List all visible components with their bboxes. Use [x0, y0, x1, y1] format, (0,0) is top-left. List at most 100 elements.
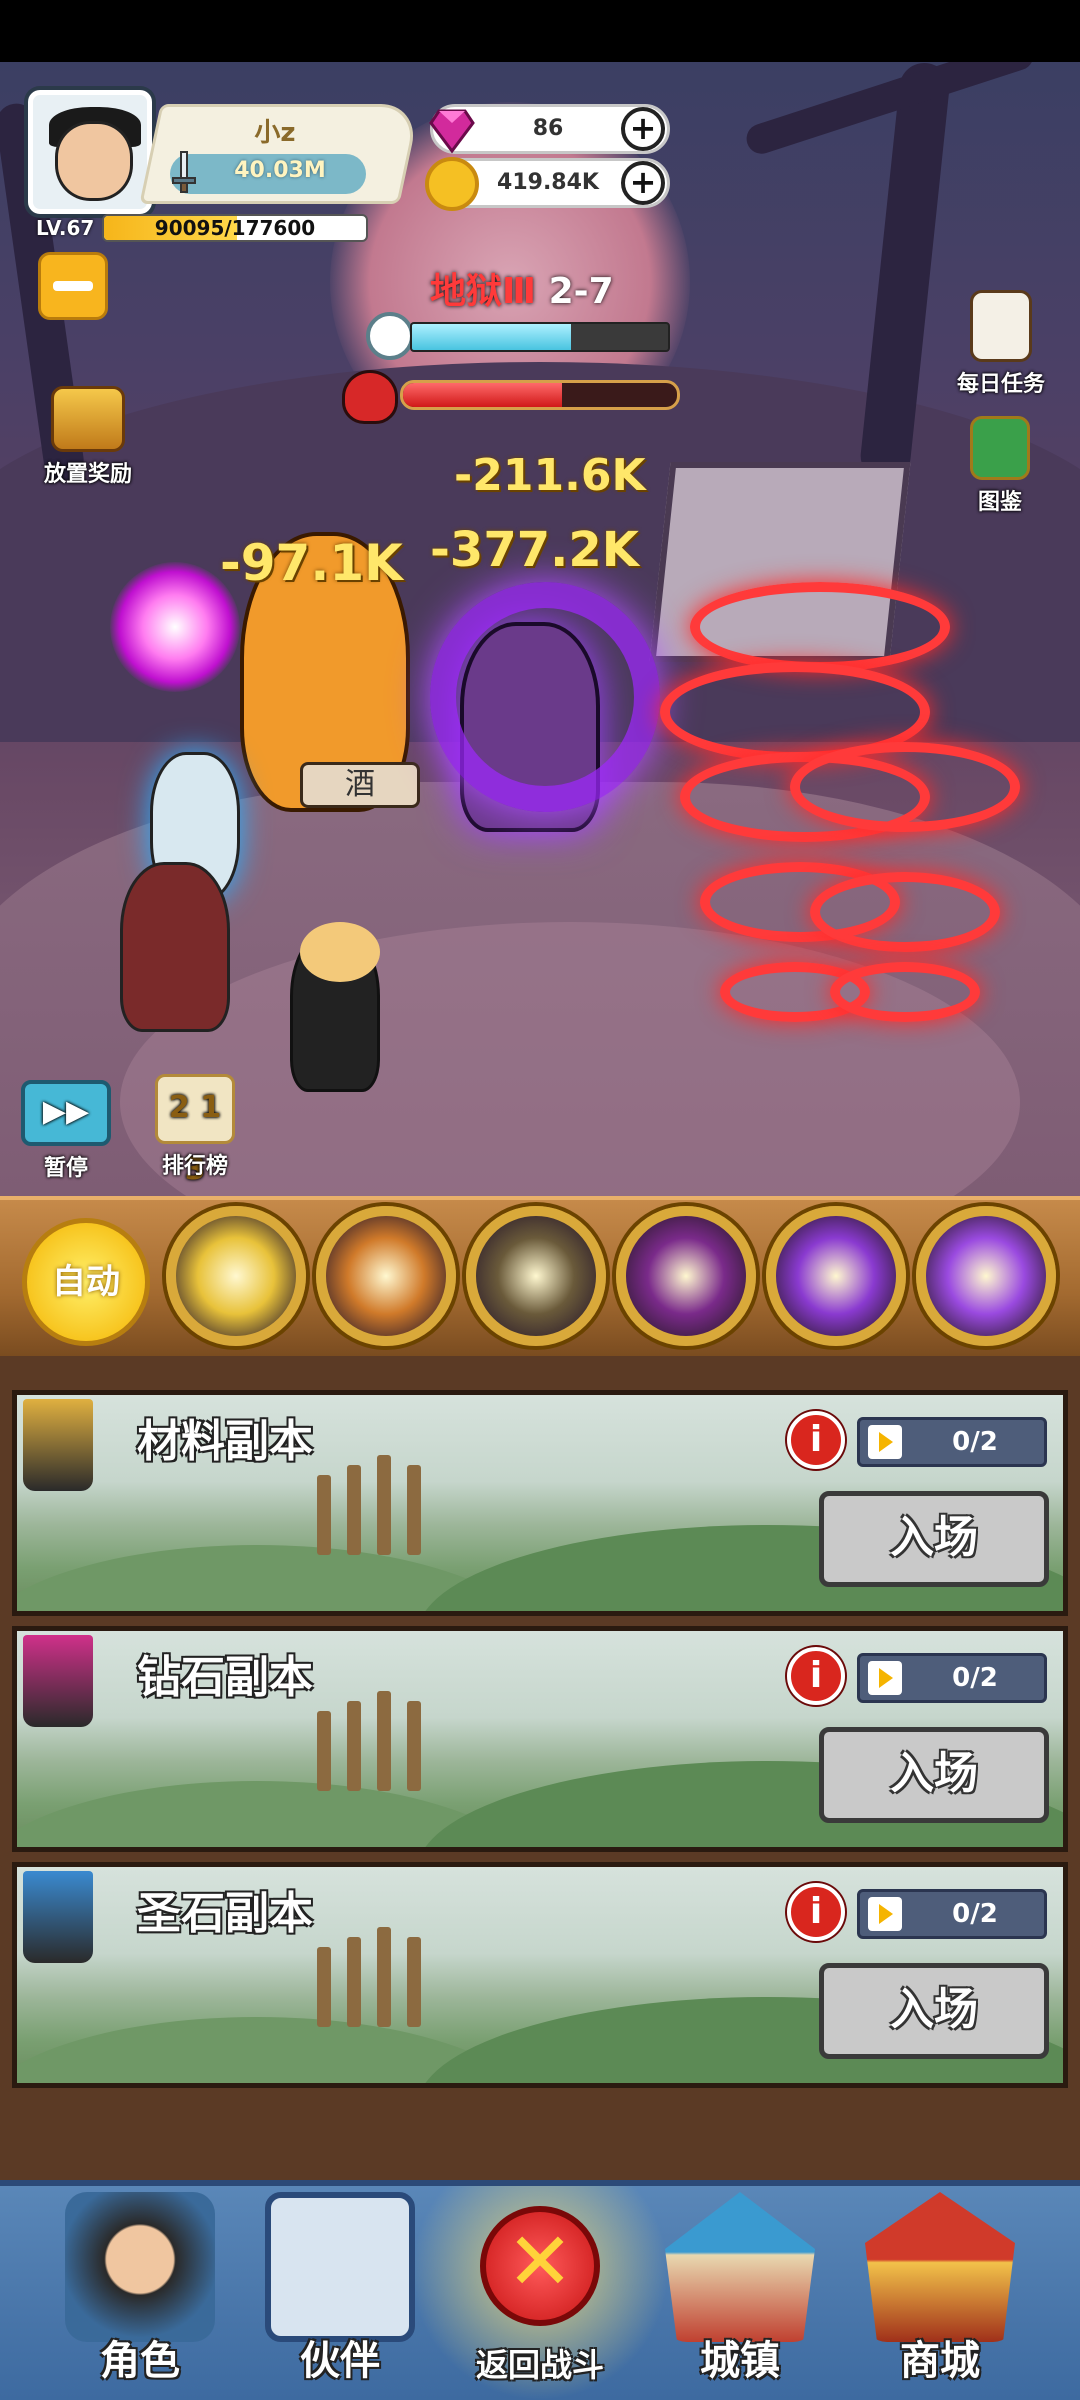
devil-icon — [342, 370, 398, 424]
damage-number: -377.2K — [430, 522, 639, 578]
exp-bar: 90095/177600 — [102, 214, 368, 242]
nav-town[interactable]: 城镇 — [650, 2192, 830, 2392]
exp-text: 90095/177600 — [154, 216, 316, 240]
handbook-button[interactable]: 图鉴 — [950, 416, 1050, 516]
material-dungeon-card: 材料副本 i 0/2 入场 — [12, 1390, 1068, 1616]
fence-post — [377, 1455, 391, 1555]
nav-label: 角色 — [100, 2337, 180, 2384]
podium-icon: 2 1 3 — [155, 1074, 235, 1187]
material-banner-icon — [23, 1399, 93, 1491]
stage-number: 2-7 — [548, 271, 614, 312]
holystone-banner-icon — [23, 1871, 93, 1963]
task-scroll-icon — [970, 290, 1032, 362]
wine-barrel: 酒 — [300, 762, 420, 808]
damage-number: -211.6K — [454, 450, 646, 501]
fence-post — [407, 1701, 421, 1791]
attempts-text: 0/2 — [952, 1427, 998, 1457]
handbook-label: 图鉴 — [977, 490, 1022, 515]
stage-title: 地狱Ⅲ 2-7 — [430, 262, 614, 314]
enter-button[interactable]: 入场 — [819, 1491, 1049, 1587]
boss-hp-bar — [400, 380, 680, 410]
fence-post — [347, 1465, 361, 1555]
purple-vortex-effect — [430, 582, 660, 812]
ranking-button[interactable]: 2 1 3 排行榜 — [140, 1074, 250, 1187]
stage-difficulty: 地狱Ⅲ — [430, 271, 537, 312]
player-avatar[interactable] — [28, 90, 152, 214]
gem-counter: 86 + — [429, 104, 670, 154]
ad-play-icon — [868, 1897, 902, 1931]
diamond-banner-icon — [23, 1635, 93, 1727]
add-gold-button[interactable]: + — [621, 161, 665, 205]
diamond-dungeon-card: 钻石副本 i 0/2 入场 — [12, 1626, 1068, 1852]
fence-post — [347, 1701, 361, 1791]
power-value: 40.03M — [234, 158, 326, 183]
nav-character[interactable]: 角色 — [50, 2192, 230, 2392]
attempts-counter: 0/2 — [857, 1889, 1047, 1939]
ad-play-icon — [868, 1661, 902, 1695]
attempts-counter: 0/2 — [857, 1417, 1047, 1467]
stopwatch-icon — [366, 312, 414, 360]
gold-amount: 419.84K — [497, 170, 599, 195]
daily-tasks-label: 每日任务 — [956, 372, 1045, 397]
shuriken-skill-icon[interactable] — [766, 1206, 906, 1346]
town-building-icon — [665, 2192, 815, 2342]
avatar-face — [55, 121, 133, 201]
tree-branch — [742, 62, 1038, 158]
official-hero — [120, 862, 230, 1032]
gold-counter: 419.84K + — [425, 157, 670, 211]
collapse-menu-button[interactable] — [38, 252, 108, 320]
fence-post — [377, 1927, 391, 2027]
girl-hero-head — [300, 922, 380, 982]
fence-post — [317, 1711, 331, 1791]
attempts-text: 0/2 — [952, 1899, 998, 1929]
ranking-label: 排行榜 — [161, 1154, 228, 1179]
tornado-effect — [790, 742, 1020, 832]
dungeon-title: 钻石副本 — [137, 1652, 313, 1703]
enter-button[interactable]: 入场 — [819, 1727, 1049, 1823]
nav-label: 伙伴 — [300, 2337, 380, 2384]
nav-return-battle[interactable]: ✕ 返回战斗 — [450, 2192, 630, 2392]
attempts-text: 0/2 — [952, 1663, 998, 1693]
tornado-effect — [810, 872, 1000, 952]
nav-label: 商城 — [900, 2337, 980, 2384]
fence-post — [407, 1465, 421, 1555]
swords-skill-icon[interactable] — [466, 1206, 606, 1346]
nav-partner[interactable]: 伙伴 — [250, 2192, 430, 2392]
wave-timer-fill — [412, 324, 571, 350]
boss-hp-fill — [403, 383, 562, 407]
add-gems-button[interactable]: + — [621, 107, 665, 151]
info-button[interactable]: i — [787, 1647, 845, 1705]
holystone-dungeon-card: 圣石副本 i 0/2 入场 — [12, 1862, 1068, 2088]
character-icon — [65, 2192, 215, 2342]
lightning-skill-icon[interactable] — [166, 1206, 306, 1346]
pause-button[interactable]: ▶▶ 暂停 — [16, 1080, 116, 1182]
partner-card-icon — [265, 2192, 415, 2342]
idle-reward-label: 放置奖励 — [43, 462, 132, 487]
wave-timer-bar — [410, 322, 670, 352]
vortex-skill-icon[interactable] — [616, 1206, 756, 1346]
fence-post — [317, 1947, 331, 2027]
nav-label: 返回战斗 — [475, 2346, 604, 2384]
tornado-skill-icon[interactable] — [316, 1206, 456, 1346]
ad-play-icon — [868, 1425, 902, 1459]
idle-reward-button[interactable]: 放置奖励 — [28, 386, 148, 488]
auto-battle-button[interactable]: 自动 — [22, 1218, 150, 1346]
book-icon — [970, 416, 1030, 480]
fast-forward-icon: ▶▶ — [21, 1080, 111, 1146]
enter-button[interactable]: 入场 — [819, 1963, 1049, 2059]
treasure-chest-icon — [51, 386, 125, 452]
nav-shop[interactable]: 商城 — [850, 2192, 1030, 2392]
nav-label: 城镇 — [700, 2337, 780, 2384]
close-x-icon: ✕ — [480, 2206, 600, 2326]
status-bar — [0, 0, 1080, 62]
tornado-effect — [830, 962, 980, 1022]
shop-building-icon — [865, 2192, 1015, 2342]
info-button[interactable]: i — [787, 1411, 845, 1469]
tornado-effect — [690, 582, 950, 672]
daily-tasks-button[interactable]: 每日任务 — [936, 290, 1066, 398]
fence-post — [407, 1937, 421, 2027]
dungeon-title: 材料副本 — [137, 1416, 313, 1467]
player-name: 小z — [254, 118, 296, 148]
purple-orb-skill-icon[interactable] — [916, 1206, 1056, 1346]
info-button[interactable]: i — [787, 1883, 845, 1941]
